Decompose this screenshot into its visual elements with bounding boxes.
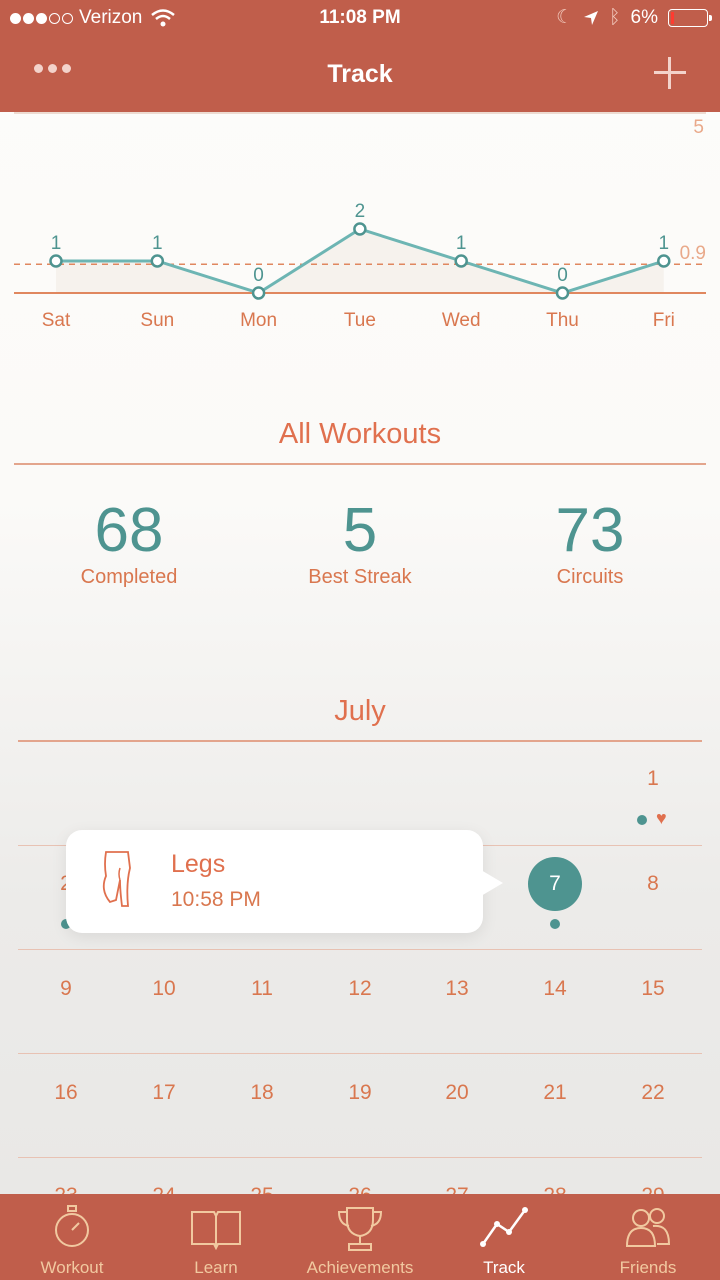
trophy-icon xyxy=(337,1207,383,1251)
data-label: 0 xyxy=(253,265,264,286)
calendar-day[interactable]: 8 xyxy=(623,872,683,896)
calendar-day[interactable]: 22 xyxy=(623,1081,683,1105)
stat-label: Best Streak xyxy=(308,566,412,588)
stat-label: Circuits xyxy=(556,566,624,588)
tab-label: Achievements xyxy=(306,1258,414,1277)
calendar-day[interactable]: 20 xyxy=(427,1081,487,1105)
x-tick-label: Tue xyxy=(344,310,376,331)
calendar-day[interactable]: 16 xyxy=(36,1081,96,1105)
top-bar: Verizon 11:08 PM ☾ ᛒ 6% Track xyxy=(0,0,720,112)
calendar-day[interactable]: 12 xyxy=(330,977,390,1001)
location-icon xyxy=(584,10,599,25)
y-max-label: 5 xyxy=(693,117,704,138)
popup-workout-name: Legs xyxy=(171,850,226,878)
calendar-day[interactable]: 11 xyxy=(232,977,292,1001)
stat-circuits: 73 Circuits xyxy=(475,498,705,589)
average-label: 0.9 xyxy=(680,243,706,264)
friends-icon xyxy=(625,1208,671,1247)
battery-icon xyxy=(668,8,712,27)
calendar-row-divider xyxy=(18,949,702,950)
data-label: 0 xyxy=(557,265,568,286)
tab-achievements[interactable]: Achievements xyxy=(288,1194,432,1280)
tab-bar: Workout Learn Achievements Track Friends xyxy=(0,1194,720,1280)
x-tick-label: Sun xyxy=(140,310,174,331)
x-tick-label: Fri xyxy=(653,310,675,331)
calendar-row-divider xyxy=(18,1157,702,1158)
stat-label: Completed xyxy=(80,566,178,588)
calendar-day[interactable]: 19 xyxy=(330,1081,390,1105)
data-point xyxy=(150,254,165,268)
stat-best-streak: 5 Best Streak xyxy=(245,498,475,589)
add-icon[interactable] xyxy=(654,57,686,89)
data-point xyxy=(454,254,468,268)
calendar-day[interactable]: 15 xyxy=(623,977,683,1001)
data-point xyxy=(353,222,367,236)
calendar-row-divider xyxy=(18,1053,702,1054)
data-point xyxy=(555,286,570,300)
chart-line-icon xyxy=(480,1207,528,1247)
calendar-day[interactable]: 17 xyxy=(134,1081,194,1105)
stat-value: 73 xyxy=(555,496,625,565)
all-workouts-title: All Workouts xyxy=(278,418,442,450)
tab-workout[interactable]: Workout xyxy=(0,1194,144,1280)
x-tick-label: Sat xyxy=(42,310,71,331)
data-label: 1 xyxy=(456,233,467,254)
data-point xyxy=(251,286,266,300)
calendar-day[interactable]: 1 xyxy=(623,767,683,791)
calendar-month-title: July xyxy=(334,695,386,727)
tab-label: Friends xyxy=(619,1258,677,1277)
x-tick-label: Thu xyxy=(546,310,579,331)
legs-icon xyxy=(102,851,131,907)
data-label: 1 xyxy=(51,233,62,254)
workout-popup[interactable]: Legs 10:58 PM xyxy=(66,830,503,933)
heart-icon: ♥ xyxy=(656,808,667,828)
moon-icon: ☾ xyxy=(556,7,574,28)
data-label: 2 xyxy=(355,201,366,222)
divider xyxy=(14,463,706,465)
stopwatch-icon xyxy=(55,1205,89,1247)
stat-value: 68 xyxy=(94,496,164,565)
popup-workout-time: 10:58 PM xyxy=(171,888,261,911)
workout-dot xyxy=(637,815,647,825)
status-bar: Verizon 11:08 PM ☾ ᛒ 6% xyxy=(0,0,720,38)
tab-learn[interactable]: Learn xyxy=(144,1194,288,1280)
calendar-day-selected[interactable]: 7 xyxy=(528,857,582,911)
battery-percent: 6% xyxy=(630,6,658,28)
calendar-day[interactable]: 10 xyxy=(134,977,194,1001)
data-point xyxy=(49,254,63,268)
calendar-day[interactable]: 18 xyxy=(232,1081,292,1105)
page-title: Track xyxy=(327,60,393,88)
stat-completed: 68 Completed xyxy=(14,498,244,589)
stat-value: 5 xyxy=(342,496,378,565)
calendar-day[interactable]: 14 xyxy=(525,977,585,1001)
tab-label: Learn xyxy=(194,1258,238,1277)
divider xyxy=(18,740,702,742)
weekly-chart: 5 0.9 1 Sat 1 Sun 0 Mon 2 Tue 1 Wed 0 Thu 1 Fri xyxy=(14,112,706,331)
data-label: 1 xyxy=(659,233,670,254)
book-icon xyxy=(191,1211,241,1250)
tab-label: Track xyxy=(483,1258,525,1277)
workout-dot xyxy=(550,919,560,929)
calendar-day[interactable]: 21 xyxy=(525,1081,585,1105)
calendar-day[interactable]: 13 xyxy=(427,977,487,1001)
tab-friends[interactable]: Friends xyxy=(576,1194,720,1280)
calendar-day[interactable]: 9 xyxy=(36,977,96,1001)
tab-label: Workout xyxy=(40,1258,104,1277)
x-tick-label: Wed xyxy=(442,310,481,331)
x-tick-label: Mon xyxy=(240,310,277,331)
data-label: 1 xyxy=(152,233,163,254)
bluetooth-icon: ᛒ xyxy=(609,6,621,28)
data-point xyxy=(657,254,671,268)
tab-track[interactable]: Track xyxy=(432,1194,576,1280)
